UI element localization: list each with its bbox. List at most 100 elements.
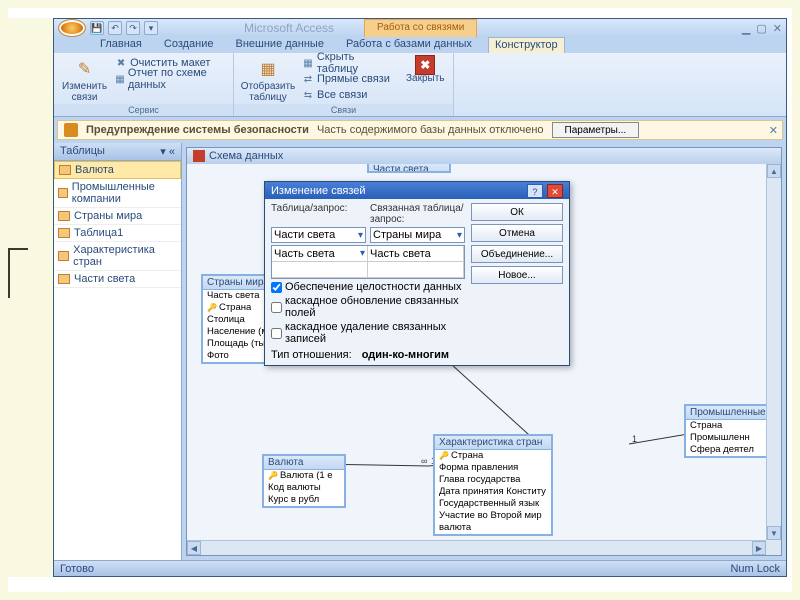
- nav-item-tab1[interactable]: Таблица1: [54, 225, 181, 242]
- report-icon: ▦: [115, 73, 125, 85]
- security-options-button[interactable]: Параметры...: [552, 122, 640, 138]
- app-title: Microsoft Access: [244, 21, 334, 35]
- table-prom[interactable]: Промышленные Страна Промышленн Сфера дея…: [684, 404, 766, 458]
- qat-more-icon[interactable]: ▾: [144, 21, 158, 35]
- navigation-pane: Таблицы ▾ « Валюта Промышленные компании…: [54, 143, 182, 560]
- table-valuta[interactable]: Валюта Валюта (1 е Код валюты Курс в руб…: [262, 454, 346, 508]
- edit-relationships-button[interactable]: ✎ Изменить связи: [60, 55, 109, 105]
- clear-icon: ✖: [115, 57, 127, 69]
- shield-icon: [64, 123, 78, 137]
- access-window: 💾 ↶ ↷ ▾ Microsoft Access Работа со связя…: [53, 18, 787, 577]
- close-button[interactable]: ✖ Закрыть: [404, 55, 447, 86]
- relationship-report-button[interactable]: ▦Отчет по схеме данных: [113, 71, 227, 87]
- office-button[interactable]: [58, 19, 86, 37]
- ribbon: ✎ Изменить связи ✖Очистить макет ▦Отчет …: [54, 53, 786, 117]
- nav-list: Валюта Промышленные компании Страны мира…: [54, 161, 181, 560]
- combo-right-table[interactable]: Страны мира: [370, 227, 465, 243]
- cancel-button[interactable]: Отмена: [471, 224, 563, 242]
- combo-left-table[interactable]: Части света: [271, 227, 366, 243]
- direct-relations-button[interactable]: ⇄Прямые связи: [300, 71, 400, 87]
- table-icon: [58, 211, 70, 221]
- tab-external[interactable]: Внешние данные: [230, 37, 330, 53]
- table-icon: [58, 188, 68, 198]
- save-icon[interactable]: 💾: [90, 21, 104, 35]
- close-x-icon: ✖: [415, 55, 435, 75]
- scroll-left-icon[interactable]: ◀: [187, 541, 201, 555]
- edit-relationships-icon: ✎: [71, 57, 99, 81]
- table-chasti-partial[interactable]: Части света: [367, 164, 451, 173]
- maximize-icon[interactable]: ▢: [756, 22, 766, 35]
- table-icon: [59, 165, 71, 175]
- nav-item-strany[interactable]: Страны мира: [54, 208, 181, 225]
- diagram-area: Схема данных 1∞ 1∞ 1∞: [182, 143, 786, 560]
- scroll-down-icon[interactable]: ▼: [767, 526, 781, 540]
- hide-icon: ▦: [302, 57, 314, 69]
- all-icon: ⇆: [302, 89, 314, 101]
- tab-create[interactable]: Создание: [158, 37, 220, 53]
- field-grid[interactable]: Часть света Часть света: [271, 245, 465, 279]
- svg-text:∞: ∞: [421, 456, 427, 466]
- nav-item-valuta[interactable]: Валюта: [54, 161, 181, 179]
- scroll-up-icon[interactable]: ▲: [767, 164, 781, 178]
- ribbon-tabs: Главная Создание Внешние данные Работа с…: [54, 37, 786, 53]
- all-relations-button[interactable]: ⇆Все связи: [300, 87, 400, 103]
- dialog-close-icon[interactable]: ✕: [547, 184, 563, 198]
- canvas[interactable]: 1∞ 1∞ 1∞ Части света: [187, 164, 766, 540]
- nav-item-har[interactable]: Характеристика стран: [54, 242, 181, 271]
- nav-item-chasti[interactable]: Части света: [54, 271, 181, 288]
- vertical-scrollbar[interactable]: ▲ ▼: [766, 164, 781, 540]
- left-field-cell[interactable]: Часть света: [272, 246, 367, 262]
- title-bar: 💾 ↶ ↷ ▾ Microsoft Access Работа со связя…: [54, 19, 786, 37]
- checkbox-cascade-update[interactable]: каскадное обновление связанных полей: [271, 295, 465, 319]
- doc-header[interactable]: Схема данных: [187, 148, 781, 164]
- minimize-icon[interactable]: ▁: [742, 22, 750, 35]
- hide-table-button[interactable]: ▦Скрыть таблицу: [300, 55, 400, 71]
- security-close-icon[interactable]: ✕: [769, 124, 778, 137]
- join-type-button[interactable]: Объединение...: [471, 245, 563, 263]
- tab-design[interactable]: Конструктор: [488, 37, 565, 53]
- table-icon: [58, 228, 70, 238]
- new-button[interactable]: Новое...: [471, 266, 563, 284]
- show-table-button[interactable]: ▦ Отобразить таблицу: [240, 55, 296, 105]
- horizontal-scrollbar[interactable]: ◀ ▶: [187, 540, 766, 555]
- nav-collapse-icon[interactable]: ▾ «: [160, 145, 175, 158]
- scroll-corner: [766, 540, 781, 555]
- table-harakteristika[interactable]: Характеристика стран Страна Форма правле…: [433, 434, 553, 536]
- dialog-title-bar[interactable]: Изменение связей ? ✕: [265, 182, 569, 199]
- decoration: [8, 248, 28, 298]
- empty-cell[interactable]: [368, 262, 463, 278]
- tab-home[interactable]: Главная: [94, 37, 148, 53]
- label-related-table: Связанная таблица/запрос:: [370, 203, 465, 225]
- ok-button[interactable]: ОК: [471, 203, 563, 221]
- scroll-right-icon[interactable]: ▶: [752, 541, 766, 555]
- table-icon: [58, 251, 69, 261]
- relationships-window: Схема данных 1∞ 1∞ 1∞: [186, 147, 782, 556]
- close-icon[interactable]: ✕: [773, 22, 782, 35]
- label-table-query: Таблица/запрос:: [271, 203, 366, 225]
- reltype-value: один-ко-многим: [362, 349, 449, 361]
- security-warning-bar: Предупреждение системы безопасности Част…: [57, 120, 783, 140]
- svg-text:1: 1: [632, 434, 637, 444]
- right-field-cell[interactable]: Часть света: [368, 246, 463, 262]
- reltype-label: Тип отношения:: [271, 349, 352, 361]
- dialog-help-icon[interactable]: ?: [527, 184, 543, 198]
- table-icon: [58, 274, 70, 284]
- checkbox-integrity[interactable]: Обеспечение целостности данных: [271, 281, 465, 293]
- workspace: Таблицы ▾ « Валюта Промышленные компании…: [54, 143, 786, 560]
- security-bold: Предупреждение системы безопасности: [86, 124, 309, 136]
- empty-cell[interactable]: [272, 262, 367, 278]
- nav-item-prom[interactable]: Промышленные компании: [54, 179, 181, 208]
- numlock-indicator: Num Lock: [730, 563, 780, 575]
- checkbox-cascade-delete[interactable]: каскадное удаление связанных записей: [271, 321, 465, 345]
- status-text: Готово: [60, 563, 94, 575]
- contextual-tab-label: Работа со связями: [364, 19, 477, 37]
- nav-header[interactable]: Таблицы ▾ «: [54, 143, 181, 161]
- edit-relationships-dialog: Изменение связей ? ✕ Таблица/запрос:: [264, 181, 570, 366]
- undo-icon[interactable]: ↶: [108, 21, 122, 35]
- quick-access-toolbar: 💾 ↶ ↷ ▾: [54, 19, 158, 37]
- direct-icon: ⇄: [302, 73, 314, 85]
- group-label-service: Сервис: [54, 104, 233, 116]
- status-bar: Готово Num Lock: [54, 560, 786, 576]
- redo-icon[interactable]: ↷: [126, 21, 140, 35]
- show-table-icon: ▦: [254, 57, 282, 81]
